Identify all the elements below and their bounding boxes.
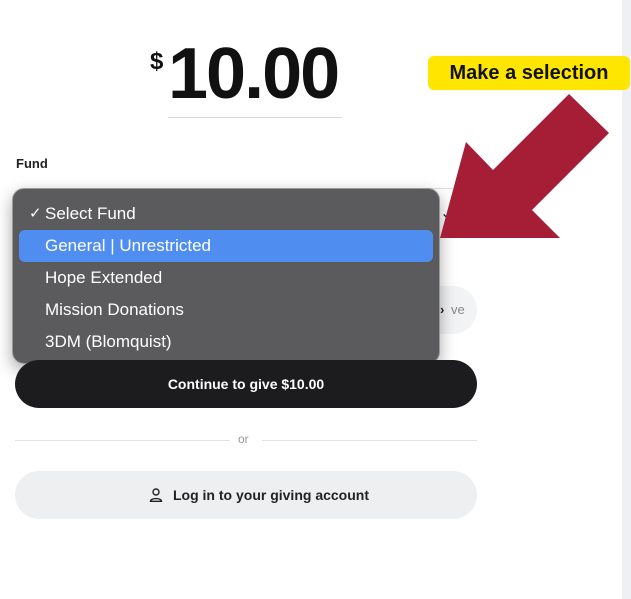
option-label: Hope Extended <box>45 268 163 287</box>
chevron-right-icon: › <box>440 302 445 317</box>
frequency-option-label[interactable]: ve <box>451 286 465 334</box>
chevron-down-icon: ⌄ <box>440 205 454 222</box>
dropdown-option-hope-extended[interactable]: Hope Extended <box>19 262 433 294</box>
continue-button[interactable]: Continue to give $10.00 <box>15 360 477 408</box>
login-button[interactable]: Log in to your giving account <box>15 471 477 519</box>
dropdown-option-3dm-blomquist[interactable]: 3DM (Blomquist) <box>19 326 433 358</box>
amount-underline <box>168 117 342 118</box>
option-label: General | Unrestricted <box>45 236 211 255</box>
fund-label: Fund <box>16 156 48 171</box>
option-label: 3DM (Blomquist) <box>45 332 172 351</box>
divider-right <box>262 440 477 441</box>
or-label: or <box>238 432 249 446</box>
divider-left <box>15 440 230 441</box>
dropdown-option-select-fund[interactable]: ✓ Select Fund <box>19 198 433 230</box>
option-label: Mission Donations <box>45 300 184 319</box>
option-label: Select Fund <box>45 204 136 223</box>
dropdown-option-mission-donations[interactable]: Mission Donations <box>19 294 433 326</box>
checkmark-icon: ✓ <box>29 205 42 222</box>
amount-value: 10.00 <box>168 34 340 114</box>
make-selection-callout: Make a selection <box>428 56 630 90</box>
login-button-label: Log in to your giving account <box>173 487 369 503</box>
currency-symbol: $ <box>150 48 164 75</box>
dropdown-option-general-unrestricted[interactable]: General | Unrestricted <box>19 230 433 262</box>
person-icon <box>149 488 163 502</box>
fund-dropdown-menu[interactable]: ✓ Select Fund General | Unrestricted Hop… <box>12 188 440 364</box>
